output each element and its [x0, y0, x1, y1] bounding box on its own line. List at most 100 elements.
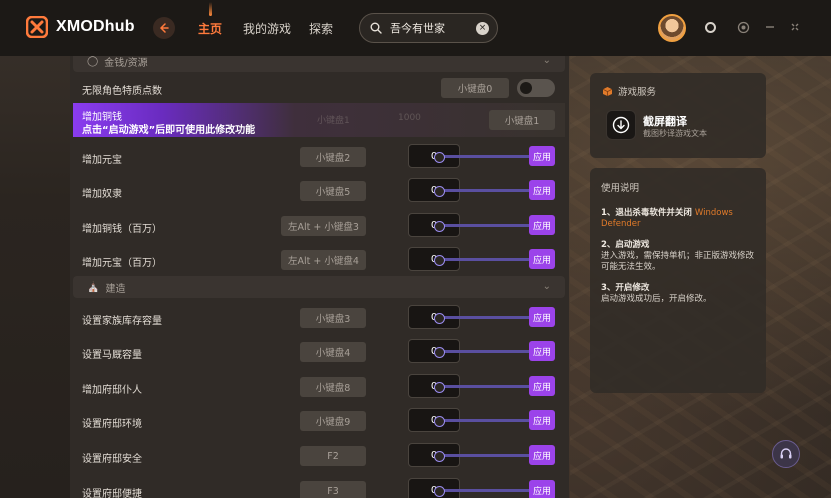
apply-button[interactable]: 应用	[529, 341, 555, 361]
value-slider[interactable]	[434, 382, 532, 393]
guide-step-2: 2、启动游戏 进入游戏，需保持单机；非正版游戏修改可能无法生效。	[601, 240, 755, 273]
chevron-down-icon: ⌄	[542, 281, 551, 292]
nav-my-games[interactable]: 我的游戏	[243, 20, 291, 37]
row-label: 增加铜钱（百万）	[82, 224, 162, 235]
apply-button[interactable]: 应用	[529, 445, 555, 465]
row-family-storage: 设置家族库存容量 小键盘3 0 应用	[70, 301, 569, 335]
box-icon	[602, 86, 613, 96]
hotkey-badge: 小键盘3	[300, 308, 366, 328]
value-slider[interactable]	[434, 255, 532, 266]
back-button[interactable]	[153, 17, 175, 39]
hotkey-badge: 小键盘0	[441, 78, 509, 98]
hotkey-badge: 小键盘5	[300, 181, 366, 201]
ghost-hotkey: 小键盘1	[317, 116, 350, 126]
row-mansion-servants: 增加府邸仆人 小键盘8 0 应用	[70, 370, 569, 404]
row-label: 无限角色特质点数	[82, 86, 162, 97]
row-mansion-convenience: 设置府邸便捷 F3 0 应用	[70, 474, 569, 498]
value-slider[interactable]	[434, 347, 532, 358]
hotkey-badge: F2	[300, 446, 366, 466]
value-slider[interactable]	[434, 186, 532, 197]
hotkey-badge: 左Alt + 小键盘3	[281, 216, 366, 236]
section-money-label: 金钱/资源	[104, 57, 148, 69]
headset-icon	[780, 448, 792, 459]
service-description: 截图秒译游戏文本	[643, 129, 707, 138]
brand-name: XMODhub	[56, 18, 135, 35]
close-icon[interactable]	[788, 20, 802, 34]
toggle-switch[interactable]	[517, 79, 555, 97]
row-label: 设置府邸环境	[82, 419, 142, 430]
step-heading: 3、开启修改	[601, 283, 650, 293]
logo: XMODhub	[26, 16, 135, 38]
ghost-value: 1000	[398, 113, 421, 123]
support-button[interactable]	[772, 440, 800, 468]
search-input[interactable]: 吾今有世家	[390, 20, 445, 36]
top-bar: XMODhub 主页 我的游戏 探索 吾今有世家 ×	[0, 0, 831, 56]
hotkey-badge: 左Alt + 小键盘4	[281, 250, 366, 270]
row-add-slaves: 增加奴隶 小键盘5 0 应用	[70, 174, 569, 208]
value-slider[interactable]	[434, 451, 532, 462]
row-unlimited-trait-points: 无限角色特质点数 小键盘0	[70, 71, 569, 105]
active-tab-indicator	[209, 2, 212, 16]
screenshot-translate-button[interactable]	[606, 110, 636, 140]
hotkey-badge: 小键盘4	[300, 342, 366, 362]
value-slider[interactable]	[434, 486, 532, 497]
notification-icon[interactable]	[703, 20, 717, 34]
apply-button[interactable]: 应用	[529, 480, 555, 498]
minimize-icon[interactable]	[763, 20, 777, 34]
building-icon: ⛪	[87, 281, 100, 293]
row-label: 增加奴隶	[82, 189, 122, 200]
apply-button[interactable]: 应用	[529, 215, 555, 235]
nav-explore[interactable]: 探索	[309, 20, 333, 37]
service-name[interactable]: 截屏翻译	[643, 113, 687, 129]
guide-title: 使用说明	[601, 183, 640, 194]
row-label: 增加元宝（百万）	[82, 258, 162, 269]
value-slider[interactable]	[434, 416, 532, 427]
row-label: 设置府邸便捷	[82, 489, 142, 498]
apply-button[interactable]: 应用	[529, 376, 555, 396]
section-build-label: 建造	[105, 283, 126, 295]
search-icon	[370, 22, 382, 34]
row-label: 设置马厩容量	[82, 350, 142, 361]
nav-home[interactable]: 主页	[198, 20, 222, 37]
guide-step-1: 1、退出杀毒软件并关闭 Windows Defender	[601, 208, 755, 230]
row-label: 增加府邸仆人	[82, 385, 142, 396]
row-stable-capacity: 设置马厩容量 小键盘4 0 应用	[70, 335, 569, 369]
apply-button[interactable]: 应用	[529, 410, 555, 430]
clear-search-icon[interactable]: ×	[476, 22, 489, 35]
row-label: 设置府邸安全	[82, 454, 142, 465]
download-circle-icon	[612, 116, 630, 134]
chevron-down-icon: ⌄	[542, 56, 551, 66]
search-box[interactable]: 吾今有世家 ×	[359, 13, 498, 43]
settings-icon[interactable]	[736, 20, 750, 34]
hotkey-badge: 小键盘1	[489, 110, 555, 130]
promo-banner[interactable]: 增加铜钱 点击“启动游戏”后即可使用此修改功能 小键盘1 1000 小键盘1	[73, 103, 565, 137]
row-mansion-security: 设置府邸安全 F2 0 应用	[70, 439, 569, 473]
apply-button[interactable]: 应用	[529, 307, 555, 327]
row-mansion-environment: 设置府邸环境 小键盘9 0 应用	[70, 404, 569, 438]
usage-guide: 使用说明 1、退出杀毒软件并关闭 Windows Defender 2、启动游戏…	[590, 168, 766, 393]
money-bag-icon: ◯	[87, 56, 99, 67]
section-money[interactable]: ◯ 金钱/资源 ⌄	[73, 56, 565, 72]
row-label: 设置家族库存容量	[82, 316, 162, 327]
row-add-yuanbao: 增加元宝 小键盘2 0 应用	[70, 140, 569, 174]
guide-step-3: 3、开启修改 启动游戏成功后，开启修改。	[601, 283, 755, 305]
cheat-panel[interactable]: ◯ 金钱/资源 ⌄ 无限角色特质点数 小键盘0 增加铜钱 点击“启动游戏”后即可…	[70, 56, 569, 498]
step-heading: 1、退出杀毒软件并关闭	[601, 208, 692, 218]
arrow-left-icon	[159, 23, 169, 33]
value-slider[interactable]	[434, 152, 532, 163]
value-slider[interactable]	[434, 313, 532, 324]
section-build[interactable]: ⛪ 建造 ⌄	[73, 276, 565, 298]
hotkey-badge: 小键盘9	[300, 411, 366, 431]
apply-button[interactable]: 应用	[529, 180, 555, 200]
step-heading: 2、启动游戏	[601, 240, 650, 250]
hotkey-badge: 小键盘2	[300, 147, 366, 167]
apply-button[interactable]: 应用	[529, 146, 555, 166]
card-title: 游戏服务	[602, 84, 656, 98]
step-body: 启动游戏成功后，开启修改。	[601, 294, 712, 304]
apply-button[interactable]: 应用	[529, 249, 555, 269]
game-service-card: 游戏服务 截屏翻译 截图秒译游戏文本	[590, 73, 766, 158]
avatar[interactable]	[658, 14, 686, 42]
value-slider[interactable]	[434, 221, 532, 232]
hotkey-badge: F3	[300, 481, 366, 498]
row-add-copper-million: 增加铜钱（百万） 左Alt + 小键盘3 0 应用	[70, 209, 569, 243]
